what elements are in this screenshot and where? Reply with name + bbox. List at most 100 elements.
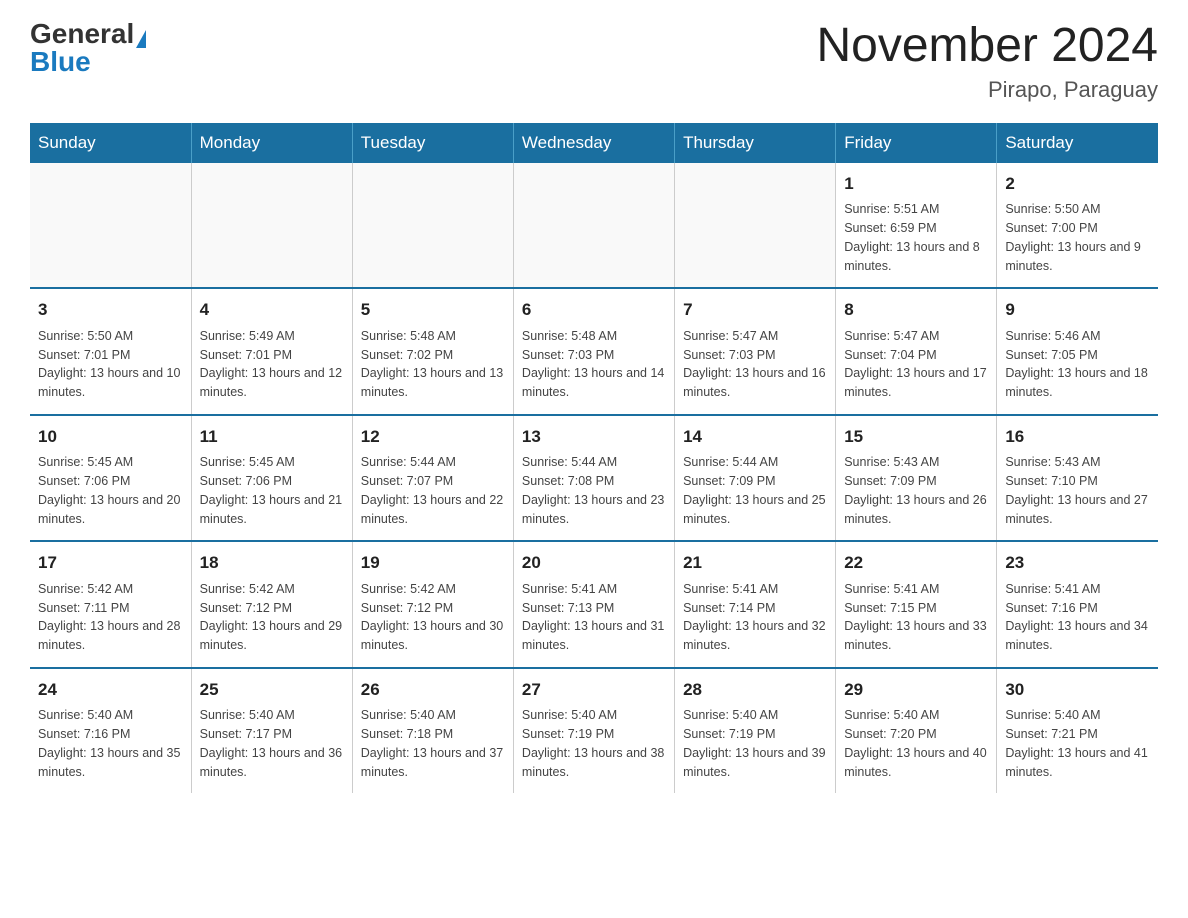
day-info: Sunrise: 5:40 AMSunset: 7:20 PMDaylight:… xyxy=(844,706,988,781)
day-cell xyxy=(352,163,513,289)
day-number: 12 xyxy=(361,424,505,450)
calendar-body: 1Sunrise: 5:51 AMSunset: 6:59 PMDaylight… xyxy=(30,163,1158,794)
day-number: 10 xyxy=(38,424,183,450)
day-number: 8 xyxy=(844,297,988,323)
header-cell-wednesday: Wednesday xyxy=(513,123,674,163)
day-info: Sunrise: 5:40 AMSunset: 7:16 PMDaylight:… xyxy=(38,706,183,781)
day-cell: 19 Sunrise: 5:42 AMSunset: 7:12 PMDayligh… xyxy=(352,541,513,668)
day-cell xyxy=(513,163,674,289)
day-info: Sunrise: 5:40 AMSunset: 7:19 PMDaylight:… xyxy=(683,706,827,781)
day-cell: 13 Sunrise: 5:44 AMSunset: 7:08 PMDayligh… xyxy=(513,415,674,542)
day-info: Sunrise: 5:42 AMSunset: 7:12 PMDaylight:… xyxy=(361,580,505,655)
day-number: 21 xyxy=(683,550,827,576)
calendar-title: November 2024 xyxy=(816,20,1158,73)
day-cell xyxy=(30,163,191,289)
day-cell: 16 Sunrise: 5:43 AMSunset: 7:10 PMDayligh… xyxy=(997,415,1158,542)
day-cell xyxy=(675,163,836,289)
day-number: 27 xyxy=(522,677,666,703)
day-info: Sunrise: 5:45 AMSunset: 7:06 PMDaylight:… xyxy=(38,453,183,528)
header-cell-monday: Monday xyxy=(191,123,352,163)
day-number: 23 xyxy=(1005,550,1150,576)
day-number: 9 xyxy=(1005,297,1150,323)
day-cell: 9 Sunrise: 5:46 AMSunset: 7:05 PMDaylight… xyxy=(997,288,1158,415)
day-cell: 26Sunrise: 5:40 AMSunset: 7:18 PMDayligh… xyxy=(352,668,513,794)
day-number: 7 xyxy=(683,297,827,323)
title-area: November 2024 Pirapo, Paraguay xyxy=(816,20,1158,103)
day-info: Sunrise: 5:40 AMSunset: 7:17 PMDaylight:… xyxy=(200,706,344,781)
day-number: 15 xyxy=(844,424,988,450)
header-cell-sunday: Sunday xyxy=(30,123,191,163)
day-info: Sunrise: 5:43 AMSunset: 7:10 PMDaylight:… xyxy=(1005,453,1150,528)
day-cell: 10 Sunrise: 5:45 AMSunset: 7:06 PMDayligh… xyxy=(30,415,191,542)
day-info: Sunrise: 5:45 AMSunset: 7:06 PMDaylight:… xyxy=(200,453,344,528)
day-cell: 27 Sunrise: 5:40 AMSunset: 7:19 PMDayligh… xyxy=(513,668,674,794)
day-number: 25 xyxy=(200,677,344,703)
day-number: 29 xyxy=(844,677,988,703)
day-info: Sunrise: 5:46 AMSunset: 7:05 PMDaylight:… xyxy=(1005,327,1150,402)
day-number: 22 xyxy=(844,550,988,576)
day-number: 24 xyxy=(38,677,183,703)
day-cell: 15 Sunrise: 5:43 AMSunset: 7:09 PMDayligh… xyxy=(836,415,997,542)
day-cell: 8 Sunrise: 5:47 AMSunset: 7:04 PMDaylight… xyxy=(836,288,997,415)
header-row: SundayMondayTuesdayWednesdayThursdayFrid… xyxy=(30,123,1158,163)
day-number: 4 xyxy=(200,297,344,323)
logo-general: General xyxy=(30,18,134,49)
day-info: Sunrise: 5:44 AMSunset: 7:07 PMDaylight:… xyxy=(361,453,505,528)
day-info: Sunrise: 5:48 AMSunset: 7:02 PMDaylight:… xyxy=(361,327,505,402)
day-cell: 22 Sunrise: 5:41 AMSunset: 7:15 PMDayligh… xyxy=(836,541,997,668)
day-cell xyxy=(191,163,352,289)
header-cell-friday: Friday xyxy=(836,123,997,163)
day-number: 5 xyxy=(361,297,505,323)
day-number: 11 xyxy=(200,424,344,450)
day-cell: 23 Sunrise: 5:41 AMSunset: 7:16 PMDayligh… xyxy=(997,541,1158,668)
day-info: Sunrise: 5:41 AMSunset: 7:14 PMDaylight:… xyxy=(683,580,827,655)
day-number: 3 xyxy=(38,297,183,323)
day-number: 14 xyxy=(683,424,827,450)
day-cell: 28 Sunrise: 5:40 AMSunset: 7:19 PMDayligh… xyxy=(675,668,836,794)
calendar-header: SundayMondayTuesdayWednesdayThursdayFrid… xyxy=(30,123,1158,163)
day-info: Sunrise: 5:50 AMSunset: 7:00 PMDaylight:… xyxy=(1005,200,1150,275)
day-info: Sunrise: 5:43 AMSunset: 7:09 PMDaylight:… xyxy=(844,453,988,528)
header-cell-tuesday: Tuesday xyxy=(352,123,513,163)
day-cell: 30Sunrise: 5:40 AMSunset: 7:21 PMDayligh… xyxy=(997,668,1158,794)
day-info: Sunrise: 5:41 AMSunset: 7:13 PMDaylight:… xyxy=(522,580,666,655)
day-info: Sunrise: 5:48 AMSunset: 7:03 PMDaylight:… xyxy=(522,327,666,402)
week-row-3: 10 Sunrise: 5:45 AMSunset: 7:06 PMDayligh… xyxy=(30,415,1158,542)
week-row-1: 1Sunrise: 5:51 AMSunset: 6:59 PMDaylight… xyxy=(30,163,1158,289)
day-number: 19 xyxy=(361,550,505,576)
header-cell-thursday: Thursday xyxy=(675,123,836,163)
day-info: Sunrise: 5:40 AMSunset: 7:19 PMDaylight:… xyxy=(522,706,666,781)
day-info: Sunrise: 5:47 AMSunset: 7:03 PMDaylight:… xyxy=(683,327,827,402)
day-info: Sunrise: 5:41 AMSunset: 7:16 PMDaylight:… xyxy=(1005,580,1150,655)
day-info: Sunrise: 5:47 AMSunset: 7:04 PMDaylight:… xyxy=(844,327,988,402)
day-info: Sunrise: 5:42 AMSunset: 7:11 PMDaylight:… xyxy=(38,580,183,655)
day-cell: 5 Sunrise: 5:48 AMSunset: 7:02 PMDaylight… xyxy=(352,288,513,415)
day-cell: 18Sunrise: 5:42 AMSunset: 7:12 PMDayligh… xyxy=(191,541,352,668)
day-cell: 14 Sunrise: 5:44 AMSunset: 7:09 PMDayligh… xyxy=(675,415,836,542)
week-row-2: 3Sunrise: 5:50 AMSunset: 7:01 PMDaylight… xyxy=(30,288,1158,415)
day-cell: 12 Sunrise: 5:44 AMSunset: 7:07 PMDayligh… xyxy=(352,415,513,542)
day-cell: 25 Sunrise: 5:40 AMSunset: 7:17 PMDayligh… xyxy=(191,668,352,794)
day-cell: 17Sunrise: 5:42 AMSunset: 7:11 PMDayligh… xyxy=(30,541,191,668)
day-number: 28 xyxy=(683,677,827,703)
logo: General Blue xyxy=(30,20,146,76)
logo-text: General xyxy=(30,20,146,48)
day-info: Sunrise: 5:41 AMSunset: 7:15 PMDaylight:… xyxy=(844,580,988,655)
location-subtitle: Pirapo, Paraguay xyxy=(816,77,1158,103)
logo-blue: Blue xyxy=(30,46,91,77)
day-number: 6 xyxy=(522,297,666,323)
day-info: Sunrise: 5:44 AMSunset: 7:09 PMDaylight:… xyxy=(683,453,827,528)
day-cell: 3Sunrise: 5:50 AMSunset: 7:01 PMDaylight… xyxy=(30,288,191,415)
day-info: Sunrise: 5:40 AMSunset: 7:21 PMDaylight:… xyxy=(1005,706,1150,781)
page-header: General Blue November 2024 Pirapo, Parag… xyxy=(30,20,1158,103)
day-cell: 2Sunrise: 5:50 AMSunset: 7:00 PMDaylight… xyxy=(997,163,1158,289)
day-cell: 4 Sunrise: 5:49 AMSunset: 7:01 PMDaylight… xyxy=(191,288,352,415)
day-info: Sunrise: 5:49 AMSunset: 7:01 PMDaylight:… xyxy=(200,327,344,402)
day-info: Sunrise: 5:44 AMSunset: 7:08 PMDaylight:… xyxy=(522,453,666,528)
day-cell: 6 Sunrise: 5:48 AMSunset: 7:03 PMDaylight… xyxy=(513,288,674,415)
day-number: 16 xyxy=(1005,424,1150,450)
day-number: 13 xyxy=(522,424,666,450)
calendar-table: SundayMondayTuesdayWednesdayThursdayFrid… xyxy=(30,123,1158,794)
day-cell: 1Sunrise: 5:51 AMSunset: 6:59 PMDaylight… xyxy=(836,163,997,289)
day-info: Sunrise: 5:51 AMSunset: 6:59 PMDaylight:… xyxy=(844,200,988,275)
